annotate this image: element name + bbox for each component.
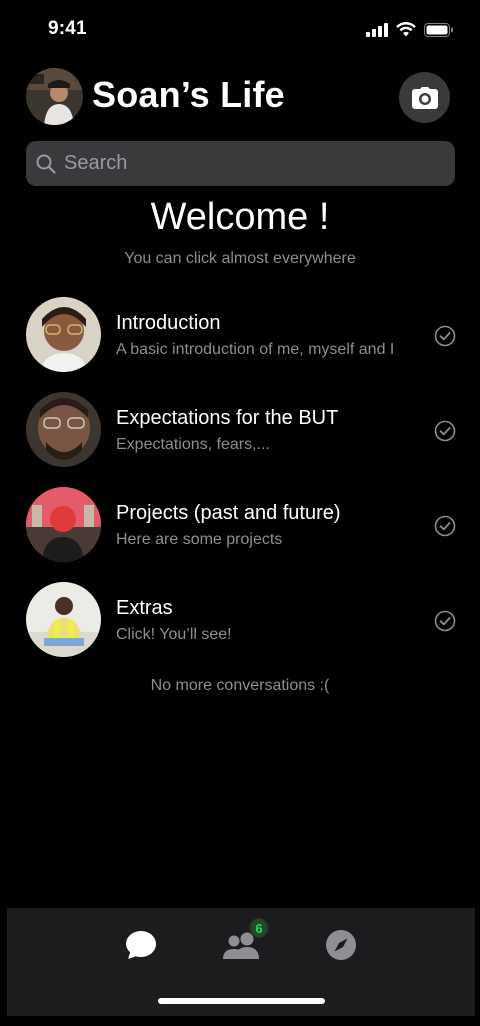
conversation-item-expectations[interactable]: Expectations for the BUT Expectations, f… — [0, 390, 480, 470]
home-indicator[interactable] — [158, 998, 325, 1004]
profile-avatar[interactable] — [26, 68, 83, 125]
wifi-icon — [396, 22, 416, 37]
status-icons — [366, 22, 454, 37]
header: Soan’s Life — [26, 68, 456, 126]
compass-icon — [326, 930, 356, 960]
search-bar[interactable] — [26, 141, 455, 186]
battery-icon — [424, 22, 453, 37]
conversation-subtitle: Expectations, fears,... — [116, 436, 270, 453]
conversation-subtitle: Here are some projects — [116, 531, 283, 548]
conversation-avatar — [26, 392, 101, 467]
conversation-subtitle: Click! You’ll see! — [116, 626, 232, 643]
read-check-icon — [434, 420, 456, 442]
conversation-item-extras[interactable]: Extras Click! You’ll see! — [0, 580, 480, 660]
conversation-avatar — [26, 297, 101, 372]
status-bar: 9:41 — [0, 0, 480, 60]
conversation-title: Introduction — [116, 312, 221, 334]
conversation-item-projects[interactable]: Projects (past and future) Here are some… — [0, 485, 480, 565]
read-check-icon — [434, 610, 456, 632]
app-title: Soan’s Life — [92, 74, 285, 115]
conversation-subtitle: A basic introduction of me, myself and I — [116, 341, 395, 358]
signal-icon — [366, 22, 388, 37]
camera-icon — [411, 86, 438, 109]
tab-discover[interactable] — [317, 925, 365, 965]
conversation-item-introduction[interactable]: Introduction A basic introduction of me,… — [0, 295, 480, 375]
welcome-title: Welcome ! — [150, 196, 330, 238]
status-time: 9:41 — [48, 18, 87, 39]
no-more-conversations: No more conversations :( — [150, 677, 330, 694]
conversation-avatar — [26, 487, 101, 562]
conversation-title: Expectations for the BUT — [116, 407, 339, 429]
welcome-subtitle: You can click almost everywhere — [124, 250, 356, 267]
conversation-title: Projects (past and future) — [116, 502, 341, 524]
search-input[interactable] — [64, 152, 434, 175]
read-check-icon — [434, 515, 456, 537]
chat-bubble-icon — [126, 931, 156, 959]
read-check-icon — [434, 325, 456, 347]
camera-button[interactable] — [399, 72, 450, 123]
tab-chats[interactable] — [117, 925, 165, 965]
conversation-title: Extras — [116, 597, 173, 619]
people-badge: 6 — [249, 918, 269, 938]
conversation-avatar — [26, 582, 101, 657]
people-badge-count: 6 — [251, 919, 267, 937]
search-icon — [36, 154, 56, 174]
